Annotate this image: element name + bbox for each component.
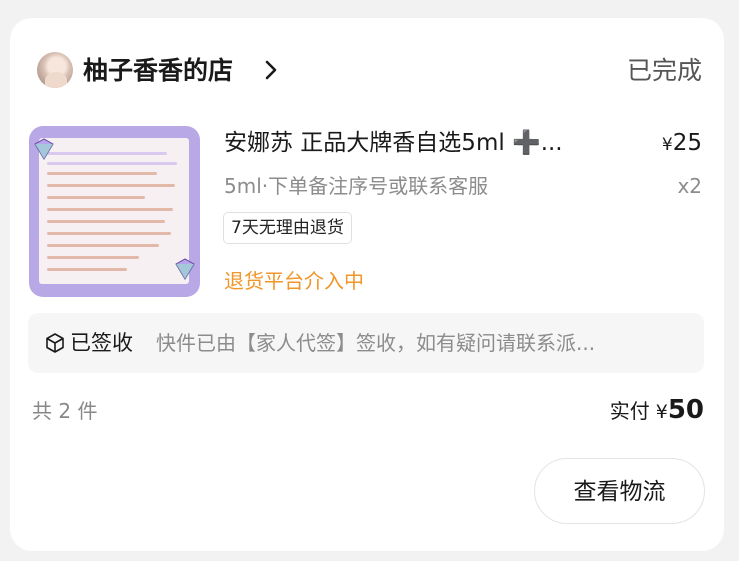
product-title[interactable]: 安娜苏 正品大牌香自选5ml ➕... — [224, 125, 624, 161]
product-image-paper — [39, 138, 189, 284]
paid-total: 实付 ¥50 — [610, 390, 704, 433]
gem-decoration-icon — [175, 258, 195, 280]
shop-avatar[interactable] — [37, 52, 73, 88]
paid-amount: 50 — [667, 395, 704, 425]
gem-decoration-icon — [34, 138, 54, 160]
package-icon — [46, 333, 64, 353]
product-quantity: x2 — [677, 174, 702, 198]
price-value: 25 — [672, 130, 702, 156]
logistics-bar[interactable]: 已签收 快件已由【家人代签】签收，如有疑问请联系派... — [28, 313, 704, 373]
chevron-right-icon[interactable] — [259, 58, 283, 82]
item-count: 共 2 件 — [32, 399, 98, 423]
product-thumbnail[interactable] — [29, 126, 200, 297]
order-status: 已完成 — [626, 56, 702, 85]
service-tag: 7天无理由退货 — [223, 212, 352, 244]
shop-name[interactable]: 柚子香香的店 — [83, 54, 233, 88]
refund-status[interactable]: 退货平台介入中 — [224, 266, 364, 296]
order-card[interactable]: 柚子香香的店 已完成 安娜苏 正品大牌香自选5ml ➕... ¥25 5ml·下… — [10, 18, 724, 551]
view-logistics-button[interactable]: 查看物流 — [534, 458, 705, 524]
logistics-detail: 快件已由【家人代签】签收，如有疑问请联系派... — [156, 331, 596, 355]
product-spec: 5ml·下单备注序号或联系客服 — [224, 174, 489, 198]
paid-label: 实付 — [609, 399, 650, 423]
logistics-state: 已签收 — [70, 331, 133, 355]
price-currency: ¥ — [661, 135, 673, 155]
shop-header[interactable]: 柚子香香的店 已完成 — [37, 52, 702, 92]
product-price: ¥25 — [662, 125, 702, 163]
paid-currency: ¥ — [655, 401, 668, 423]
